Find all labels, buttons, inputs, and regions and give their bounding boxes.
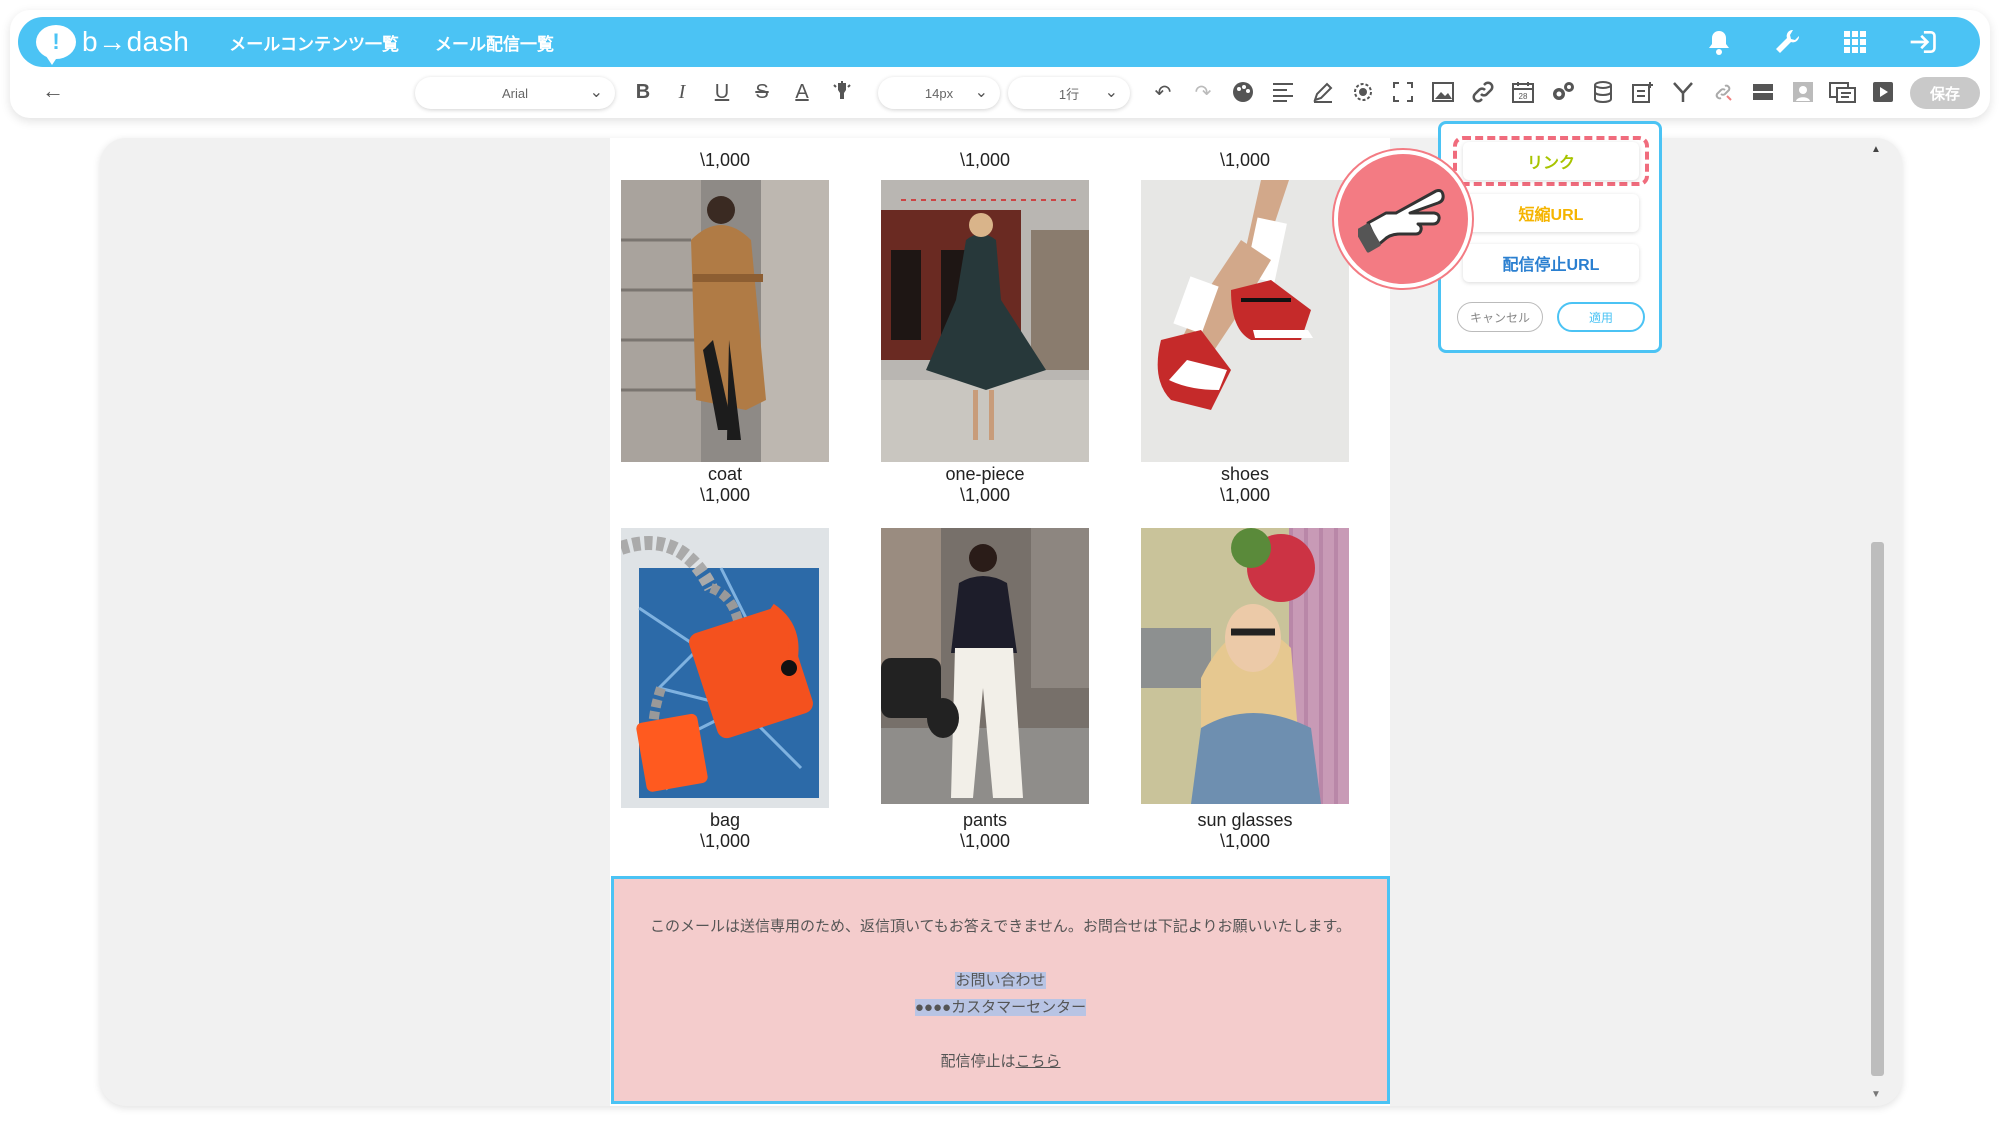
scroll-thumb[interactable] [1871,542,1884,1076]
save-button[interactable]: 保存 [1910,77,1980,109]
align-left-icon[interactable] [1268,72,1298,112]
back-arrow-icon[interactable]: ← [42,78,64,104]
email-footer-block[interactable]: このメールは送信専用のため、返信頂いてもお答えできません。お問合せは下記よりお願… [611,876,1390,1104]
template-copy-icon[interactable] [1828,72,1858,112]
product-one-piece[interactable]: one-piece \1,000 [880,464,1090,506]
font-family-select[interactable]: Arial ⌄ [415,77,615,109]
contact-card-icon[interactable] [1788,72,1818,112]
product-image-bag[interactable] [621,528,829,808]
product-price: \1,000 [1219,150,1271,170]
target-icon[interactable] [1348,72,1378,112]
product-price: \1,000 [959,150,1011,170]
video-play-icon[interactable] [1868,72,1898,112]
logout-icon[interactable] [1908,27,1938,57]
link-type-popup: リンク 短縮URL 配信停止URL キャンセル 適用 [1438,121,1662,353]
footer-center-name: ●●●●カスタマーセンター [914,999,1087,1016]
product-shoes[interactable]: shoes \1,000 [1140,464,1350,506]
footer-notice: このメールは送信専用のため、返信頂いてもお答えできません。お問合せは下記よりお願… [649,918,1352,935]
line-height-select[interactable]: 1行 ⌄ [1008,77,1130,109]
nav-mail-deliveries[interactable]: メール配信一覧 [435,30,554,55]
palette-icon[interactable] [1228,72,1258,112]
canvas-scrollbar[interactable]: ▲ ▼ [1868,138,1884,1106]
product-image-coat[interactable] [621,180,829,462]
pointer-hand-icon [1334,150,1472,288]
font-size-select[interactable]: 14px ⌄ [878,77,1000,109]
top-header: ! b→dash メールコンテンツ一覧 メール配信一覧 [18,17,1980,67]
line-height-value: 1行 [1058,86,1080,102]
logo-bubble-icon: ! [36,25,76,65]
scroll-up-icon[interactable]: ▲ [1871,144,1881,155]
italic-icon[interactable]: I [667,72,697,112]
product-coat[interactable]: coat \1,000 [620,464,830,506]
product-image-shoes[interactable] [1141,180,1349,462]
font-size-value: 14px [924,85,954,101]
underline-icon[interactable]: U [707,72,737,112]
product-image-sun-glasses[interactable] [1141,528,1349,804]
link-option-button[interactable]: リンク [1463,142,1639,180]
add-note-icon[interactable] [1628,72,1658,112]
product-pants[interactable]: pants \1,000 [880,810,1090,852]
cancel-button[interactable]: キャンセル [1457,302,1543,332]
settings-gears-icon[interactable] [1548,72,1578,112]
footer-contact: お問い合わせ [955,972,1046,989]
chevron-down-icon: ⌄ [1104,84,1118,101]
apps-grid-icon[interactable] [1840,27,1870,57]
merge-branch-icon[interactable] [1668,72,1698,112]
product-price: \1,000 [699,150,751,170]
database-icon[interactable] [1588,72,1618,112]
bold-icon[interactable]: B [628,72,658,112]
product-sun-glasses[interactable]: sun glasses \1,000 [1140,810,1350,852]
product-image-pants[interactable] [881,528,1089,804]
unsubscribe-url-option-button[interactable]: 配信停止URL [1463,244,1639,282]
short-url-option-button[interactable]: 短縮URL [1463,194,1639,232]
image-icon[interactable] [1428,72,1458,112]
scroll-down-icon[interactable]: ▼ [1871,1089,1881,1100]
chevron-down-icon: ⌄ [589,84,603,101]
calendar-icon[interactable]: 28 [1508,72,1538,112]
apply-button[interactable]: 適用 [1557,302,1645,332]
product-image-one-piece[interactable] [881,180,1089,462]
logo[interactable]: ! b→dash [36,25,190,65]
unlink-icon[interactable] [1708,72,1738,112]
footer-unsubscribe: 配信停止はこちら [940,1053,1061,1070]
link-icon[interactable] [1468,72,1498,112]
wrench-icon[interactable] [1772,27,1802,57]
fullscreen-icon[interactable] [1388,72,1418,112]
logo-text: b→dash [82,26,190,57]
divider-block-icon[interactable] [1748,72,1778,112]
font-family-value: Arial [501,85,528,101]
bell-icon[interactable] [1704,27,1734,57]
nav-mail-contents[interactable]: メールコンテンツ一覧 [229,30,399,55]
redo-icon[interactable]: ↷ [1188,72,1218,112]
strikethrough-icon[interactable]: S [747,72,777,112]
highlight-marker-icon[interactable] [827,72,857,112]
pen-icon[interactable] [1308,72,1338,112]
unsubscribe-link[interactable]: こちら [1016,1053,1061,1070]
svg-text:28: 28 [1519,92,1528,101]
font-color-icon[interactable]: A [787,72,817,112]
editor-toolbar: ← Arial ⌄ B I U S A 14px ⌄ 1行 ⌄ ↶ ↷ 28 保… [10,72,1990,114]
chevron-down-icon: ⌄ [974,84,988,101]
undo-icon[interactable]: ↶ [1148,72,1178,112]
product-bag[interactable]: bag \1,000 [620,810,830,852]
